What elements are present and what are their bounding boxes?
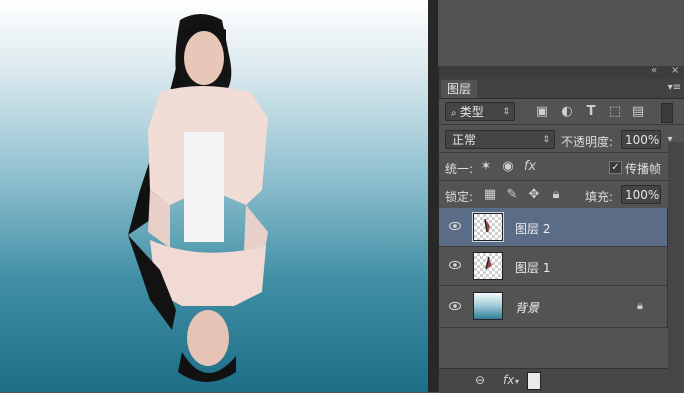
smart-object-filter-icon[interactable]: ▤ xyxy=(631,105,645,119)
lock-all-icon[interactable]: 🔒︎ xyxy=(549,188,563,202)
layer-name[interactable]: 图层 1 xyxy=(515,259,550,276)
chevron-down-icon: ▾ xyxy=(515,377,520,386)
artwork-woman-reflection xyxy=(128,14,268,382)
filter-row: ⌕ 类型 ⇕ ▣ ◐ T ⬚ ▤ xyxy=(439,100,684,124)
divider xyxy=(439,180,684,181)
unify-position-icon[interactable]: ✶ xyxy=(479,160,493,174)
layer-name[interactable]: 背景 xyxy=(515,299,539,316)
collapse-icon[interactable]: « xyxy=(651,65,657,76)
unify-label: 统一: xyxy=(445,162,474,176)
fx-button[interactable]: fx xyxy=(503,373,514,387)
tab-layers[interactable]: 图层 xyxy=(441,80,478,98)
unify-style-icon[interactable]: fx xyxy=(523,160,537,174)
layer-thumbnail xyxy=(473,252,503,280)
blend-row: 正常 ⇕ 不透明度: 100% ▾ xyxy=(439,128,684,152)
updown-icon: ⇕ xyxy=(502,107,510,117)
opacity-field[interactable]: 100% xyxy=(621,130,661,149)
lock-label: 锁定: xyxy=(445,190,474,204)
unify-row: 统一: ✶ ◉ fx ✓ 传播帧 1 xyxy=(439,156,684,178)
fill-field[interactable]: 100% xyxy=(621,185,661,204)
eye-icon[interactable] xyxy=(449,221,461,231)
fill-label: 填充: xyxy=(585,190,614,204)
layers-panel: « × 图层 ▾≡ ⌕ 类型 ⇕ ▣ ◐ T ⬚ ▤ 正常 ⇕ 不透明度: 10… xyxy=(438,65,684,393)
layer-row-background[interactable]: 背景 🔒︎ xyxy=(439,286,667,328)
layers-list: 图层 2 图层 1 背景 🔒︎ xyxy=(439,208,667,328)
eye-icon[interactable] xyxy=(449,301,461,311)
link-layers-icon[interactable]: ⊖ xyxy=(475,373,485,387)
eye-icon[interactable] xyxy=(449,260,461,270)
layer-row-2[interactable]: 图层 2 xyxy=(439,208,667,247)
shape-filter-icon[interactable]: ⬚ xyxy=(608,105,622,119)
layer-name[interactable]: 图层 2 xyxy=(515,220,550,237)
lock-position-icon[interactable]: ✥ xyxy=(527,188,541,202)
lock-icon: 🔒︎ xyxy=(637,299,643,312)
lock-transparent-icon[interactable]: ▦ xyxy=(483,188,497,202)
propagate-label: 传播帧 xyxy=(625,162,662,176)
add-mask-icon[interactable] xyxy=(527,372,541,390)
lock-paint-icon[interactable]: ✎ xyxy=(505,188,519,202)
type-filter-icon[interactable]: T xyxy=(584,105,598,119)
layer-row-1[interactable]: 图层 1 xyxy=(439,247,667,286)
close-icon[interactable]: × xyxy=(671,65,679,76)
unify-visibility-icon[interactable]: ◉ xyxy=(501,160,515,174)
divider xyxy=(439,152,684,153)
adjustment-filter-icon[interactable]: ◐ xyxy=(560,105,574,119)
opacity-label: 不透明度: xyxy=(561,135,614,149)
panel-title-bar[interactable]: « × xyxy=(439,65,684,79)
panel-menu-icon[interactable]: ▾≡ xyxy=(668,82,681,93)
right-dock-strip xyxy=(668,142,684,392)
layer-thumbnail xyxy=(472,212,504,242)
lock-row: 锁定: ▦ ✎ ✥ 🔒︎ 填充: 100% ▾ xyxy=(439,183,684,207)
propagate-checkbox[interactable]: ✓ xyxy=(609,161,622,174)
layer-thumbnail xyxy=(473,292,503,320)
divider xyxy=(439,124,684,125)
panel-tab-row: 图层 ▾≡ xyxy=(439,79,684,99)
filter-toggle[interactable] xyxy=(661,103,673,123)
pixel-filter-icon[interactable]: ▣ xyxy=(535,105,549,119)
canvas-divider xyxy=(428,0,438,392)
updown-icon: ⇕ xyxy=(542,135,550,145)
blend-mode-select[interactable]: 正常 ⇕ xyxy=(445,130,555,149)
filter-kind-select[interactable]: ⌕ 类型 ⇕ xyxy=(445,102,515,121)
document-canvas[interactable] xyxy=(0,0,428,392)
search-icon: ⌕ xyxy=(451,108,460,119)
panel-bottom-bar: ⊖ fx ▾ xyxy=(439,368,684,393)
